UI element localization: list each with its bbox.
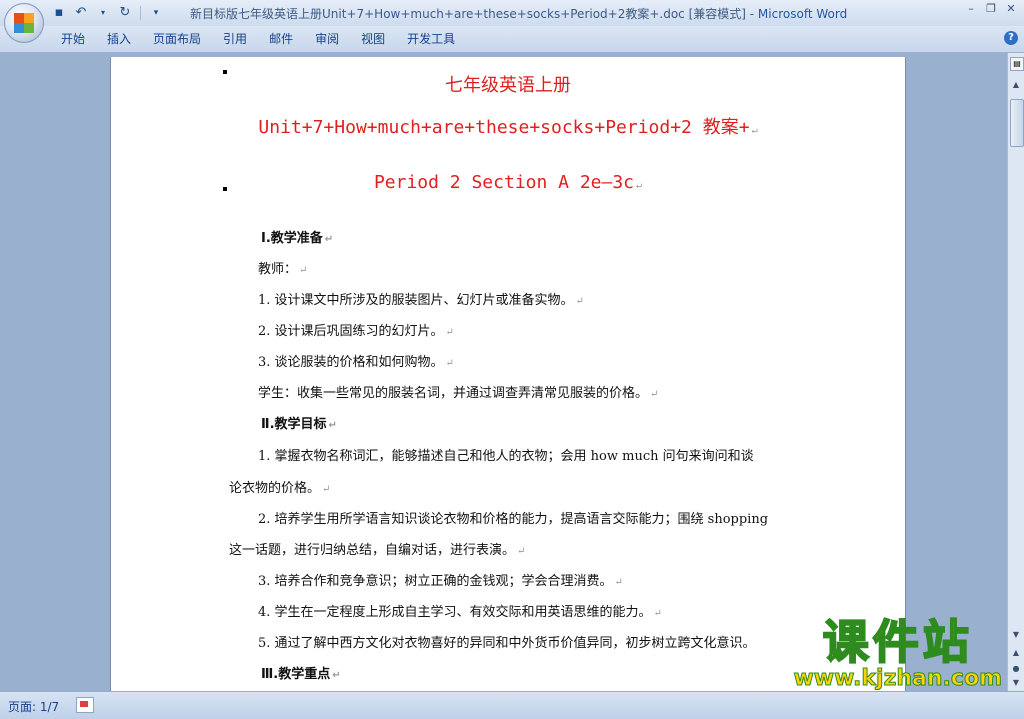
paragraph-mark-icon: ↵ (324, 234, 334, 245)
qat-separator (140, 6, 141, 20)
paragraph-mark-icon: ↵ (299, 265, 308, 276)
paragraph: 5. 通过了解中西方文化对衣物喜好的异同和中外货币价值异同，初步树立跨文化意识。 (258, 636, 756, 651)
view-ruler-icon[interactable]: ▤ (1010, 57, 1024, 71)
office-logo-icon (14, 13, 34, 33)
paragraph-mark-icon: ↵ (650, 389, 659, 400)
restore-icon[interactable]: ❐ (984, 2, 998, 16)
ribbon-tab-bar: 开始 插入 页面布局 引用 邮件 审阅 视图 开发工具 ? (0, 26, 1024, 53)
window-controls: – ❐ ✕ (964, 2, 1018, 16)
scroll-thumb[interactable] (1010, 99, 1024, 147)
close-icon[interactable]: ✕ (1004, 2, 1018, 16)
tab-mailings[interactable]: 邮件 (258, 26, 304, 52)
tab-view[interactable]: 视图 (350, 26, 396, 52)
watermark-logo: 课件站 www.kjzhan.com (793, 615, 1003, 691)
watermark-text: 课件站 (822, 615, 973, 669)
paragraph: 1. 掌握衣物名称词汇，能够描述自己和他人的衣物；会用 how much 问句来… (258, 449, 754, 464)
undo-dropdown-icon[interactable]: ▾ (94, 4, 112, 22)
window-title-doc: 新目标版七年级英语上册Unit+7+How+much+are+these+soc… (190, 7, 758, 21)
document-area[interactable]: 七年级英语上册 Unit+7+How+much+are+these+socks+… (0, 53, 1008, 691)
previous-page-icon[interactable]: ▲ (1008, 645, 1024, 661)
minimize-icon[interactable]: – (964, 2, 978, 16)
doc-title-line2: Unit+7+How+much+are+these+socks+Period+2… (111, 113, 905, 139)
page-indicator[interactable]: 页面: 1/7 (8, 698, 59, 715)
window-title: 新目标版七年级英语上册Unit+7+How+much+are+these+soc… (190, 5, 847, 22)
doc-title-line3: Period 2 Section A 2e—3c ↵ (111, 172, 905, 193)
paragraph: 这一话题，进行归纳总结，自编对话，进行表演。 ↵ (229, 543, 526, 558)
customize-icon[interactable]: ▾ (147, 4, 165, 22)
scroll-down-icon[interactable]: ▼ (1008, 627, 1024, 643)
paragraph: 1. 设计课文中所涉及的服装图片、幻灯片或准备实物。 ↵ (258, 293, 584, 308)
tab-insert[interactable]: 插入 (96, 26, 142, 52)
paragraph-mark-icon: ↵ (751, 125, 758, 136)
paragraph-mark-icon: ↵ (332, 670, 341, 681)
paragraph: 2. 培养学生用所学语言知识谈论衣物和价格的能力，提高语言交际能力；围绕 sho… (258, 512, 769, 527)
next-page-icon[interactable]: ▼ (1008, 675, 1024, 691)
redo-icon[interactable]: ↻ (116, 4, 134, 22)
section-heading: Ⅱ.教学目标 ↵ (261, 417, 337, 432)
paragraph: 3. 谈论服装的价格和如何购物。 ↵ (258, 355, 454, 370)
section-heading: Ⅰ.教学准备 ↵ (261, 231, 334, 246)
section-heading: Ⅲ.教学重点 ↵ (261, 667, 341, 682)
paragraph-mark-icon: ↵ (328, 420, 337, 431)
window-title-app: Microsoft Word (757, 7, 848, 21)
paragraph-mark-icon: ↵ (445, 327, 454, 338)
doc-title-line2-text: Unit+7+How+much+are+these+socks+Period+2… (258, 117, 750, 138)
paragraph-mark-icon: ↵ (445, 358, 454, 369)
paragraph-mark-icon: ↵ (653, 608, 662, 619)
tab-page-layout[interactable]: 页面布局 (142, 26, 212, 52)
paragraph: 3. 培养合作和竞争意识；树立正确的金钱观；学会合理消费。 ↵ (258, 574, 623, 589)
paragraph-mark-icon: ↵ (636, 180, 643, 191)
quick-access-toolbar: ▪ ↶ ▾ ↻ ▾ (50, 4, 165, 22)
title-bar: ▪ ↶ ▾ ↻ ▾ 新目标版七年级英语上册Unit+7+How+much+are… (0, 0, 1024, 26)
help-icon[interactable]: ? (1004, 31, 1018, 45)
status-bar: 页面: 1/7 (0, 691, 1024, 719)
paragraph: 4. 学生在一定程度上形成自主学习、有效交际和用英语思维的能力。 ↵ (258, 605, 662, 620)
tab-home[interactable]: 开始 (50, 26, 96, 52)
tab-developer[interactable]: 开发工具 (396, 26, 466, 52)
ribbon-tabs: 开始 插入 页面布局 引用 邮件 审阅 视图 开发工具 (50, 26, 466, 52)
vertical-scrollbar[interactable]: ▤ ▲ ▼ ▲ ● ▼ (1007, 53, 1024, 691)
doc-title-line1: 七年级英语上册 (445, 75, 571, 96)
save-icon[interactable]: ▪ (50, 4, 68, 22)
watermark-url: www.kjzhan.com (793, 666, 1003, 691)
paragraph-mark-icon: ↵ (322, 484, 331, 495)
paragraph: 教师： ↵ (258, 262, 308, 277)
document-page[interactable]: 七年级英语上册 Unit+7+How+much+are+these+socks+… (110, 57, 906, 691)
paragraph: 论衣物的价格。 ↵ (229, 481, 331, 496)
paragraph-mark-icon: ↵ (575, 296, 584, 307)
undo-icon[interactable]: ↶ (72, 4, 90, 22)
tab-review[interactable]: 审阅 (304, 26, 350, 52)
paragraph-mark-icon: ↵ (614, 577, 623, 588)
tab-references[interactable]: 引用 (212, 26, 258, 52)
paragraph: 学生：收集一些常见的服装名词，并通过调查弄清常见服装的价格。 ↵ (258, 386, 659, 401)
office-button[interactable] (4, 3, 44, 43)
doc-title-line3-text: Period 2 Section A 2e—3c (373, 172, 635, 193)
paragraph: 2. 设计课后巩固练习的幻灯片。 ↵ (258, 324, 454, 339)
paragraph-mark-icon: ↵ (517, 546, 526, 557)
scroll-up-icon[interactable]: ▲ (1008, 77, 1024, 93)
proofing-icon[interactable] (76, 697, 94, 713)
